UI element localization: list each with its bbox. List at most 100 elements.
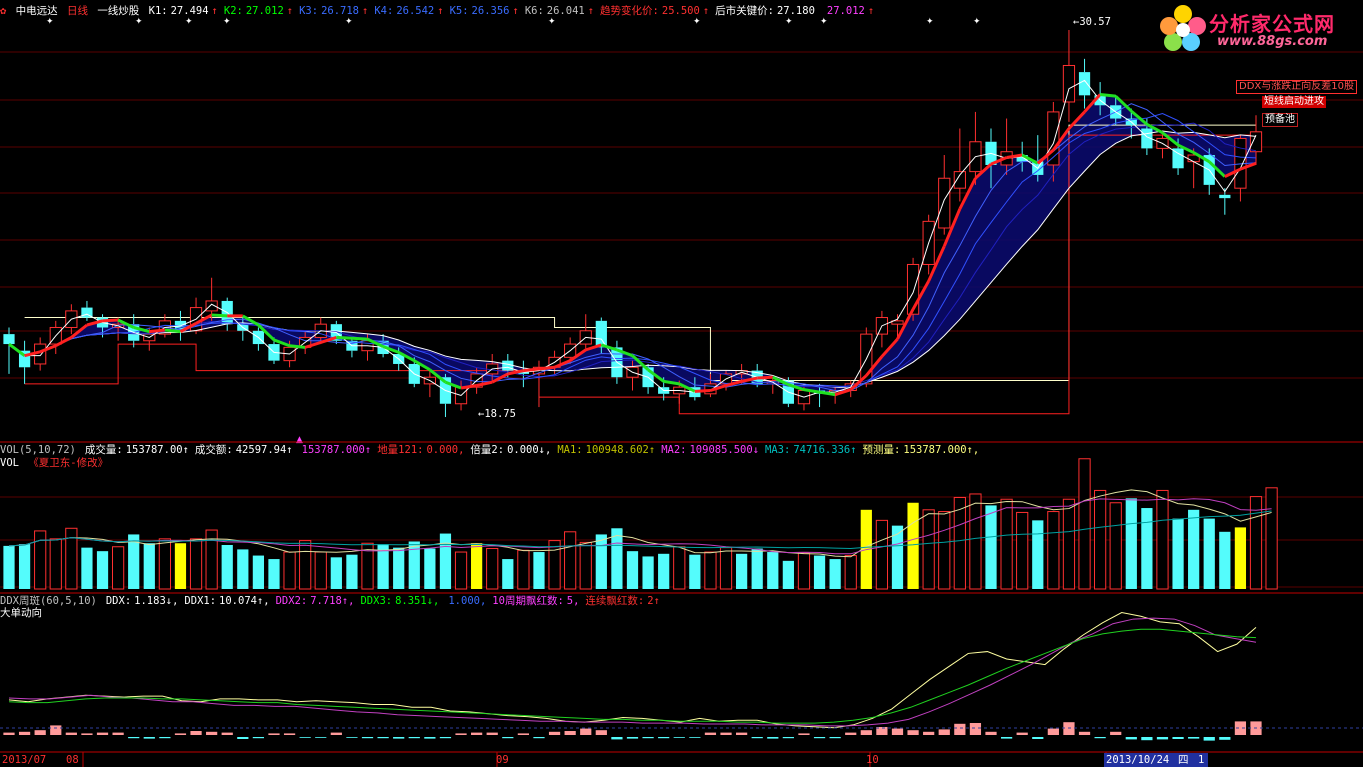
- stock-chart-canvas[interactable]: ✦ ✦ ✦ ✦ ✦ ✦ ✦ ✦ ✦ ✦ ✦▲: [0, 0, 1363, 767]
- k2-segment-49: [757, 375, 773, 380]
- marker-star-7: ✦: [785, 17, 793, 27]
- volume-bar-39: [611, 528, 623, 589]
- ddx-bar-6: [96, 732, 109, 735]
- volume-bar-38: [595, 534, 607, 589]
- ddx-bar-33: [517, 733, 529, 735]
- k2-segment-10: [149, 328, 166, 334]
- ddx-bar-69: [1078, 731, 1091, 735]
- ddx-bar-18: [283, 733, 296, 735]
- ddx-bar-44: [689, 737, 701, 738]
- indicator-1: 成交量: 153787.00↑: [84, 444, 189, 456]
- ddx-bar-36: [564, 731, 576, 735]
- marker-star-5: ✦: [548, 17, 556, 27]
- volume-bar-69: [1078, 458, 1091, 590]
- volume-bar-0: [3, 545, 15, 589]
- volume-bar-56: [875, 519, 889, 590]
- volume-bar-52: [813, 555, 826, 589]
- period-label[interactable]: 日线: [67, 5, 88, 17]
- indicator-1: K2: 27.012 ↑: [223, 5, 294, 17]
- volume-bar-75: [1172, 518, 1184, 589]
- candle-body: [3, 334, 15, 345]
- ddx-bar-77: [1203, 737, 1215, 741]
- ddx-subtitle: 大单动向: [0, 607, 42, 619]
- volume-bar-61: [953, 496, 966, 590]
- candle-56: [875, 310, 889, 348]
- high-price-label: ←30.57: [1073, 16, 1111, 28]
- ddx-bar-62: [969, 723, 982, 735]
- volume-bar-15: [237, 549, 249, 589]
- volume-bar-59: [922, 509, 935, 590]
- volume-author: 《夏卫东-修改》: [28, 457, 109, 469]
- signal-tag-attack[interactable]: 短线启动进攻: [1262, 96, 1326, 108]
- volume-bar-60: [938, 511, 951, 590]
- volume-bar-29: [454, 551, 468, 590]
- candle-37: [579, 314, 592, 351]
- signal-tag-pool[interactable]: 预备池: [1262, 113, 1298, 127]
- ddx-values: DDX周斑(60,5,10) DDX: 1.183↓, DDX1: 10.074↑, DD…: [0, 595, 666, 607]
- volume-bar-62: [969, 493, 982, 590]
- formula-name[interactable]: 一线炒股: [97, 5, 139, 17]
- volume-bar-16: [252, 555, 265, 589]
- ddx-bar-10: [159, 737, 171, 739]
- k2-segment-19: [289, 344, 306, 349]
- indicator-2: K3: 26.718 ↑: [299, 5, 369, 17]
- volume-bar-70: [1094, 489, 1107, 590]
- signal-tag-ddx[interactable]: DDX与涨跌正向反差10股: [1236, 80, 1357, 94]
- marker-star-6: ✦: [693, 17, 701, 27]
- logo-url: www.88gs.com: [1217, 34, 1328, 49]
- volume-bar-77: [1203, 518, 1215, 589]
- candle-3: [49, 320, 62, 355]
- volume-bar-17: [268, 559, 280, 589]
- volume-bar-79: [1234, 527, 1247, 589]
- volume-bar-20: [314, 551, 327, 590]
- ddx-bar-74: [1156, 737, 1169, 740]
- ddx-bar-58: [907, 730, 919, 735]
- ddx-bar-46: [720, 732, 732, 735]
- volume-bar-3: [49, 538, 62, 590]
- ddx1-line: [8, 617, 1257, 727]
- marker-star-9: ✦: [926, 17, 934, 27]
- ddx-bar-32: [502, 737, 514, 739]
- ddx-bar-76: [1188, 737, 1200, 739]
- volume-bar-7: [112, 546, 125, 590]
- marker-star-2: ✦: [185, 17, 193, 27]
- volume-bar-2: [34, 530, 47, 590]
- volume-indicator-bar: VOL(5,10,72) 成交量: 153787.00↑ 成交额: 42597.94↑ 1…: [0, 443, 988, 457]
- volume-bar-54: [844, 555, 857, 590]
- ddx-bar-7: [112, 732, 124, 735]
- date-label-0: 2013/07: [2, 754, 47, 766]
- marker-star-8: ✦: [820, 17, 828, 27]
- k2-segment-35: [538, 365, 555, 371]
- indicator-5: K6: 26.041 ↑: [524, 5, 595, 17]
- indicator-4: 地量121: 0.000,: [377, 444, 465, 456]
- ddx-bar-54: [845, 732, 857, 735]
- volume-bar-42: [658, 553, 670, 589]
- ddx-bar-28: [439, 737, 452, 739]
- candle-16: [252, 327, 265, 351]
- stock-name[interactable]: 中电远达: [16, 5, 58, 17]
- ddx-bar-70: [1094, 737, 1106, 739]
- low-price-label: ←18.75: [478, 408, 516, 420]
- k2-segment-71: [1099, 93, 1116, 98]
- k2-segment-11: [164, 328, 181, 334]
- indicator-0: K1: 27.494 ↑: [148, 5, 218, 17]
- ddx-bar-71: [1110, 731, 1122, 735]
- volume-bar-37: [579, 541, 592, 590]
- ddx-bar-2: [34, 730, 46, 735]
- chart-icon[interactable]: ✿: [0, 5, 6, 17]
- date-label-5: 四: [1178, 754, 1189, 766]
- ddx-bar-53: [829, 737, 841, 739]
- ddx-bar-4: [65, 732, 77, 735]
- marker-star-3: ✦: [223, 17, 231, 27]
- k2-segment-14: [211, 313, 228, 318]
- volume-bar-47: [736, 553, 748, 589]
- volume-bar-67: [1047, 511, 1060, 590]
- ddx-bar-61: [954, 723, 966, 735]
- date-label-2: 09: [496, 754, 509, 766]
- volume-bar-58: [907, 502, 919, 589]
- volume-bar-78: [1219, 531, 1231, 589]
- volume-bar-35: [548, 540, 561, 590]
- indicator-5: 倍量2: 0.000↓,: [470, 444, 552, 456]
- volume-bar-66: [1032, 520, 1044, 589]
- k2-segment-22: [336, 335, 353, 340]
